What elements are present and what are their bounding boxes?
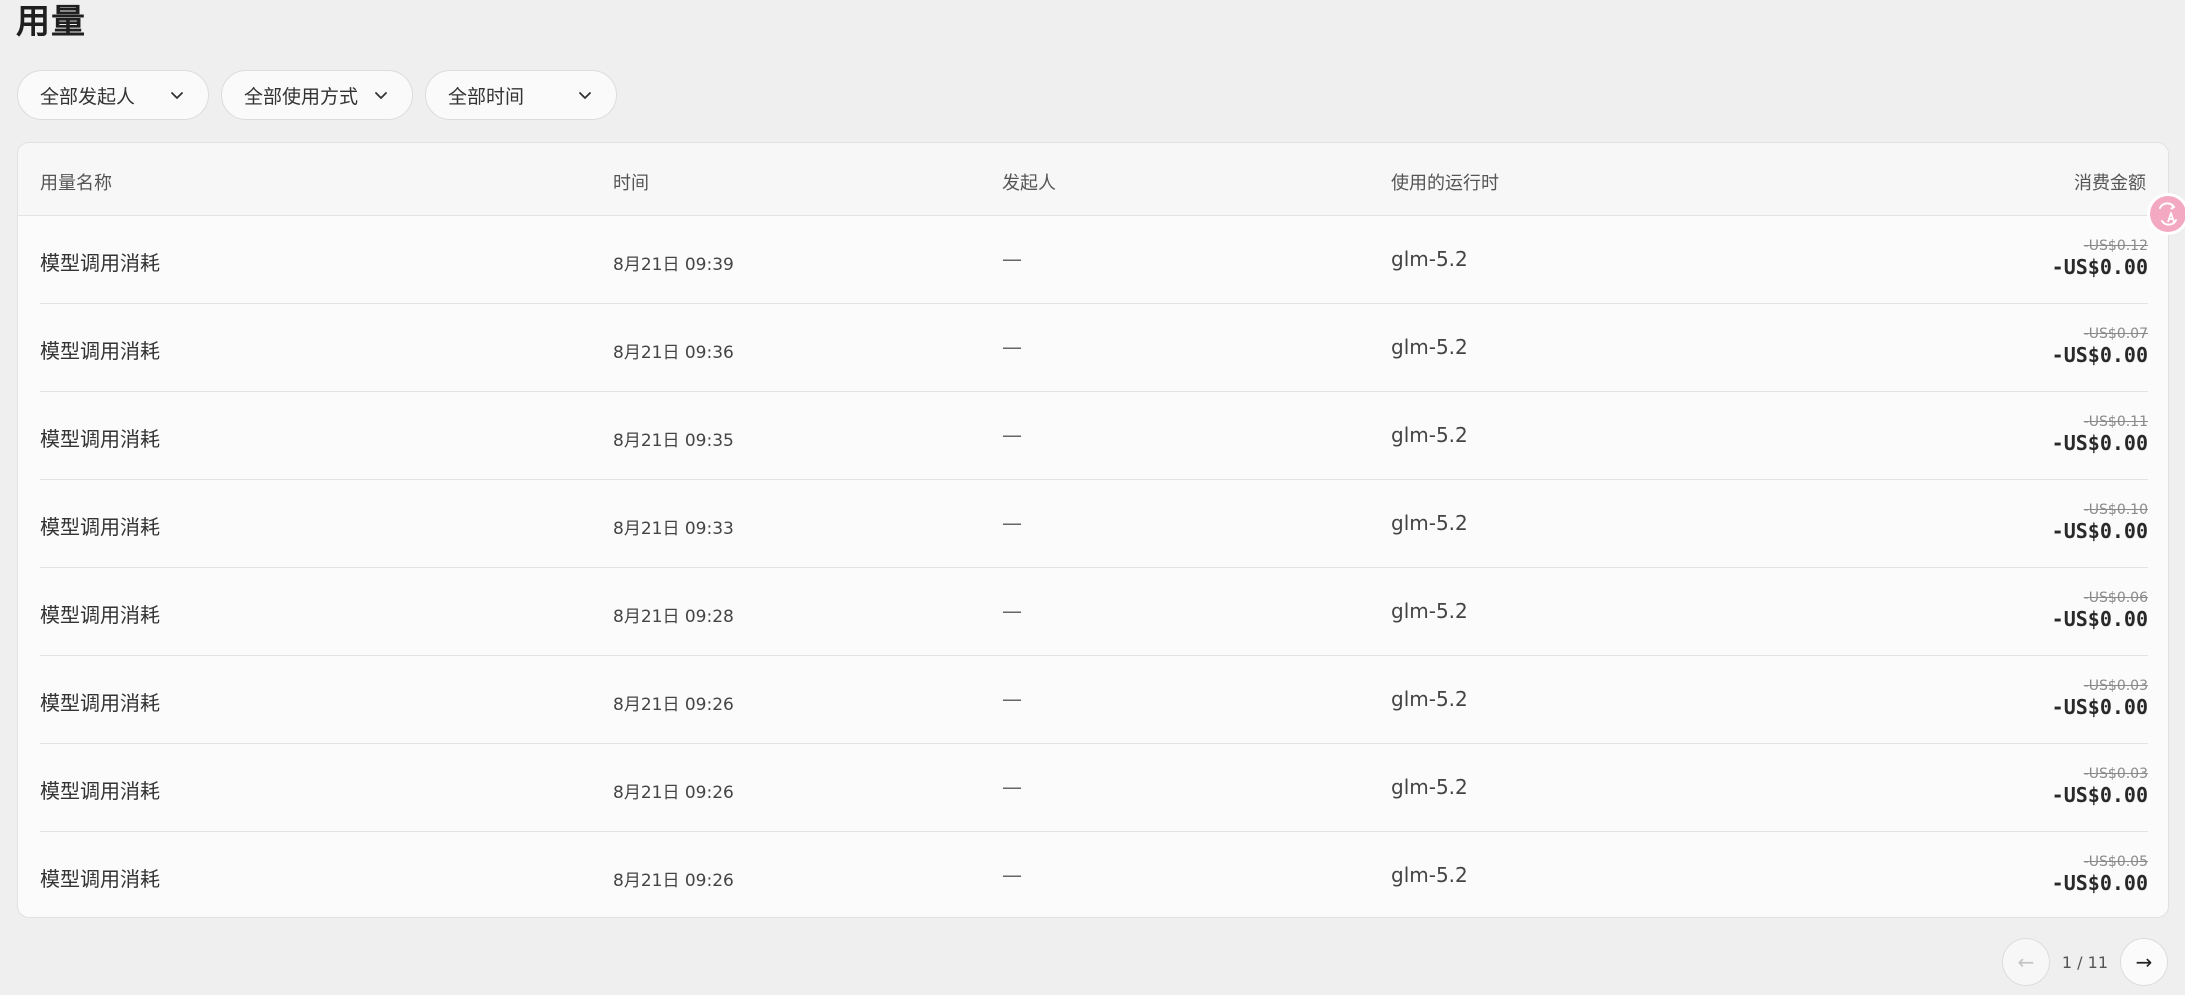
table-row[interactable]: 模型调用消耗 8月21日 09:39 — glm-5.2 -US$0.12 -U… bbox=[40, 216, 2148, 304]
usage-time: 8月21日 09:39 bbox=[613, 255, 734, 275]
original-amount: -US$0.06 bbox=[2083, 590, 2148, 606]
initiator-filter-label: 全部发起人 bbox=[40, 85, 136, 108]
usage-time: 8月21日 09:36 bbox=[613, 343, 734, 363]
usage-time: 8月21日 09:26 bbox=[613, 871, 734, 891]
table-row[interactable]: 模型调用消耗 8月21日 09:33 — glm-5.2 -US$0.10 -U… bbox=[40, 480, 2148, 568]
time-filter-dropdown[interactable]: 全部时间 bbox=[425, 70, 617, 120]
usage-table: 用量名称 时间 发起人 使用的运行时 消费金额 模型调用消耗 8月21日 09:… bbox=[17, 142, 2169, 918]
initiator-filter-dropdown[interactable]: 全部发起人 bbox=[17, 70, 209, 120]
header-time: 时间 bbox=[613, 173, 649, 194]
chevron-down-icon bbox=[168, 86, 186, 104]
usage-runtime: glm-5.2 bbox=[1391, 687, 1468, 711]
final-amount: -US$0.00 bbox=[2051, 519, 2148, 543]
header-initiator: 发起人 bbox=[1002, 173, 1056, 194]
header-amount: 消费金额 bbox=[2074, 173, 2146, 194]
original-amount: -US$0.05 bbox=[2083, 854, 2148, 870]
usage-initiator: — bbox=[1002, 775, 1022, 799]
usage-name: 模型调用消耗 bbox=[40, 779, 160, 803]
arrow-right-icon: → bbox=[2135, 950, 2153, 974]
usage-amount: -US$0.10 -US$0.00 bbox=[2052, 502, 2148, 543]
table-row[interactable]: 模型调用消耗 8月21日 09:26 — glm-5.2 -US$0.03 -U… bbox=[40, 744, 2148, 832]
usage-runtime: glm-5.2 bbox=[1391, 775, 1468, 799]
table-row[interactable]: 模型调用消耗 8月21日 09:26 — glm-5.2 -US$0.03 -U… bbox=[40, 656, 2148, 744]
chevron-down-icon bbox=[372, 86, 390, 104]
usage-amount: -US$0.05 -US$0.00 bbox=[2052, 854, 2148, 895]
usage-amount: -US$0.07 -US$0.00 bbox=[2052, 326, 2148, 367]
original-amount: -US$0.07 bbox=[2083, 326, 2148, 342]
usage-amount: -US$0.03 -US$0.00 bbox=[2052, 766, 2148, 807]
final-amount: -US$0.00 bbox=[2051, 343, 2148, 367]
arrow-left-icon: ← bbox=[2017, 950, 2035, 974]
prev-page-button[interactable]: ← bbox=[2001, 938, 2050, 986]
usage-method-filter-label: 全部使用方式 bbox=[244, 85, 359, 108]
next-page-button[interactable]: → bbox=[2120, 938, 2168, 986]
usage-time: 8月21日 09:28 bbox=[613, 607, 734, 627]
usage-time: 8月21日 09:35 bbox=[613, 431, 734, 451]
final-amount: -US$0.00 bbox=[2051, 255, 2148, 279]
usage-amount: -US$0.12 -US$0.00 bbox=[2052, 238, 2148, 279]
original-amount: -US$0.11 bbox=[2083, 414, 2148, 430]
usage-runtime: glm-5.2 bbox=[1391, 247, 1468, 271]
table-row[interactable]: 模型调用消耗 8月21日 09:28 — glm-5.2 -US$0.06 -U… bbox=[40, 568, 2148, 656]
final-amount: -US$0.00 bbox=[2051, 783, 2148, 807]
usage-amount: -US$0.11 -US$0.00 bbox=[2052, 414, 2148, 455]
original-amount: -US$0.03 bbox=[2083, 766, 2148, 782]
page-title: 用量 bbox=[16, 2, 86, 42]
table-header: 用量名称 时间 发起人 使用的运行时 消费金额 bbox=[18, 143, 2168, 216]
usage-initiator: — bbox=[1002, 423, 1022, 447]
usage-runtime: glm-5.2 bbox=[1391, 599, 1468, 623]
usage-name: 模型调用消耗 bbox=[40, 603, 160, 627]
usage-runtime: glm-5.2 bbox=[1391, 335, 1468, 359]
usage-initiator: — bbox=[1002, 863, 1022, 887]
usage-method-filter-dropdown[interactable]: 全部使用方式 bbox=[221, 70, 413, 120]
usage-name: 模型调用消耗 bbox=[40, 515, 160, 539]
usage-runtime: glm-5.2 bbox=[1391, 863, 1468, 887]
usage-initiator: — bbox=[1002, 599, 1022, 623]
table-row[interactable]: 模型调用消耗 8月21日 09:35 — glm-5.2 -US$0.11 -U… bbox=[40, 392, 2148, 480]
pagination: ← 1 / 11 → bbox=[2001, 938, 2168, 986]
usage-name: 模型调用消耗 bbox=[40, 867, 160, 891]
usage-page: 用量 全部发起人 全部使用方式 全部时间 用量名称 时间 发起人 使用的运行时 bbox=[0, 0, 2185, 995]
usage-name: 模型调用消耗 bbox=[40, 427, 160, 451]
header-usage-name: 用量名称 bbox=[40, 173, 112, 194]
translate-icon[interactable] bbox=[2150, 196, 2185, 232]
final-amount: -US$0.00 bbox=[2051, 695, 2148, 719]
usage-initiator: — bbox=[1002, 247, 1022, 271]
page-info: 1 / 11 bbox=[2061, 952, 2108, 972]
original-amount: -US$0.10 bbox=[2083, 502, 2148, 518]
original-amount: -US$0.03 bbox=[2083, 678, 2148, 694]
usage-name: 模型调用消耗 bbox=[40, 339, 160, 363]
usage-name: 模型调用消耗 bbox=[40, 251, 160, 275]
usage-name: 模型调用消耗 bbox=[40, 691, 160, 715]
final-amount: -US$0.00 bbox=[2051, 431, 2148, 455]
original-amount: -US$0.12 bbox=[2083, 238, 2148, 254]
usage-time: 8月21日 09:33 bbox=[613, 519, 734, 539]
chevron-down-icon bbox=[576, 86, 594, 104]
time-filter-label: 全部时间 bbox=[448, 85, 525, 108]
header-runtime: 使用的运行时 bbox=[1391, 173, 1499, 194]
usage-time: 8月21日 09:26 bbox=[613, 783, 734, 803]
usage-initiator: — bbox=[1002, 335, 1022, 359]
usage-runtime: glm-5.2 bbox=[1391, 423, 1468, 447]
usage-time: 8月21日 09:26 bbox=[613, 695, 734, 715]
usage-initiator: — bbox=[1002, 511, 1022, 535]
usage-initiator: — bbox=[1002, 687, 1022, 711]
final-amount: -US$0.00 bbox=[2051, 871, 2148, 895]
usage-amount: -US$0.06 -US$0.00 bbox=[2052, 590, 2148, 631]
filter-bar: 全部发起人 全部使用方式 全部时间 bbox=[17, 70, 617, 120]
final-amount: -US$0.00 bbox=[2051, 607, 2148, 631]
table-row[interactable]: 模型调用消耗 8月21日 09:36 — glm-5.2 -US$0.07 -U… bbox=[40, 304, 2148, 392]
usage-amount: -US$0.03 -US$0.00 bbox=[2052, 678, 2148, 719]
usage-runtime: glm-5.2 bbox=[1391, 511, 1468, 535]
table-row[interactable]: 模型调用消耗 8月21日 09:26 — glm-5.2 -US$0.05 -U… bbox=[40, 832, 2148, 917]
